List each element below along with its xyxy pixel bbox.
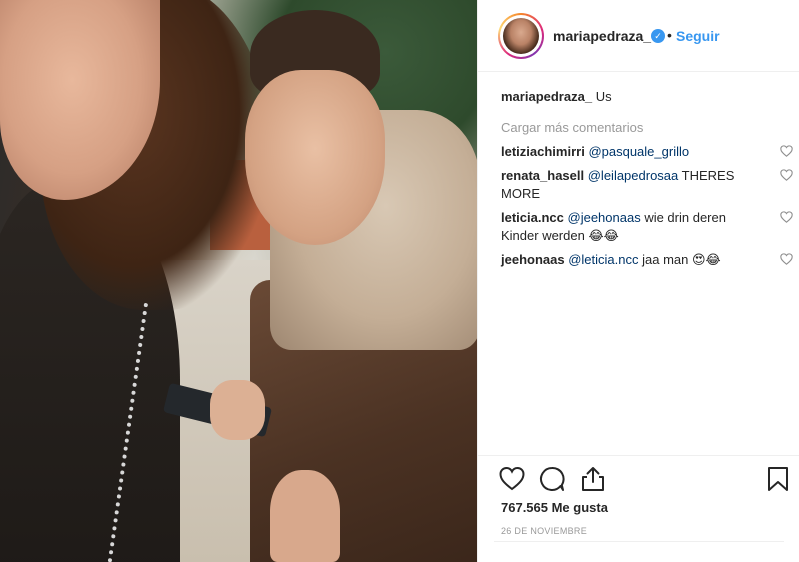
bookmark-icon[interactable] xyxy=(765,466,791,492)
load-more-comments-button[interactable]: Cargar más comentarios xyxy=(501,119,791,137)
comment-like-heart-icon[interactable] xyxy=(780,145,793,157)
post-header: mariapedraza_ ✓ • Seguir xyxy=(478,0,799,72)
comment-item: leticia.ncc @jeehonaas wie drin deren Ki… xyxy=(501,209,793,245)
post-actions: 767.565 Me gusta 26 DE NOVIEMBRE xyxy=(478,455,799,555)
verified-badge-icon: ✓ xyxy=(651,29,665,43)
avatar-image xyxy=(503,18,539,54)
comment-mention[interactable]: @pasquale_grillo xyxy=(588,144,689,159)
comment-mention[interactable]: @leilapedrosaa xyxy=(588,168,679,183)
comments-list: mariapedraza_ Us Cargar más comentarios … xyxy=(501,88,793,275)
comment-like-heart-icon[interactable] xyxy=(780,211,793,223)
comment-item: letiziachimirri @pasquale_grillo xyxy=(501,143,793,161)
comment-username[interactable]: leticia.ncc xyxy=(501,210,564,225)
avatar-border xyxy=(500,15,542,57)
header-username[interactable]: mariapedraza_ xyxy=(553,28,651,44)
post-panel: mariapedraza_ ✓ • Seguir mariapedraza_ U… xyxy=(477,0,799,562)
comment-like-heart-icon[interactable] xyxy=(780,253,793,265)
comment-username[interactable]: renata_hasell xyxy=(501,168,584,183)
divider xyxy=(494,541,784,542)
photo-face-right xyxy=(245,70,385,245)
avatar[interactable] xyxy=(498,13,544,59)
header-separator: • xyxy=(667,27,672,43)
photo-hand xyxy=(210,380,265,440)
comment-icon[interactable] xyxy=(539,466,565,492)
post-photo[interactable] xyxy=(0,0,477,562)
photo-thumb xyxy=(270,470,340,562)
comment-text: jaa man 😍😂 xyxy=(638,252,721,267)
caption-text: Us xyxy=(595,89,612,104)
comment-item: jeehonaas @leticia.ncc jaa man 😍😂 xyxy=(501,251,793,269)
comment-username[interactable]: letiziachimirri xyxy=(501,144,585,159)
comment-mention[interactable]: @jeehonaas xyxy=(568,210,641,225)
comment-mention[interactable]: @leticia.ncc xyxy=(568,252,638,267)
likes-count[interactable]: 767.565 Me gusta xyxy=(501,500,608,515)
comment-like-heart-icon[interactable] xyxy=(780,169,793,181)
follow-button[interactable]: Seguir xyxy=(676,28,720,44)
post-caption: mariapedraza_ Us xyxy=(501,88,791,106)
share-icon[interactable] xyxy=(580,466,606,492)
comment-username[interactable]: jeehonaas xyxy=(501,252,565,267)
caption-username[interactable]: mariapedraza_ xyxy=(501,89,592,104)
post-date[interactable]: 26 DE NOVIEMBRE xyxy=(501,526,587,536)
heart-icon[interactable] xyxy=(499,466,525,492)
comment-item: renata_hasell @leilapedrosaa THERES MORE xyxy=(501,167,793,203)
